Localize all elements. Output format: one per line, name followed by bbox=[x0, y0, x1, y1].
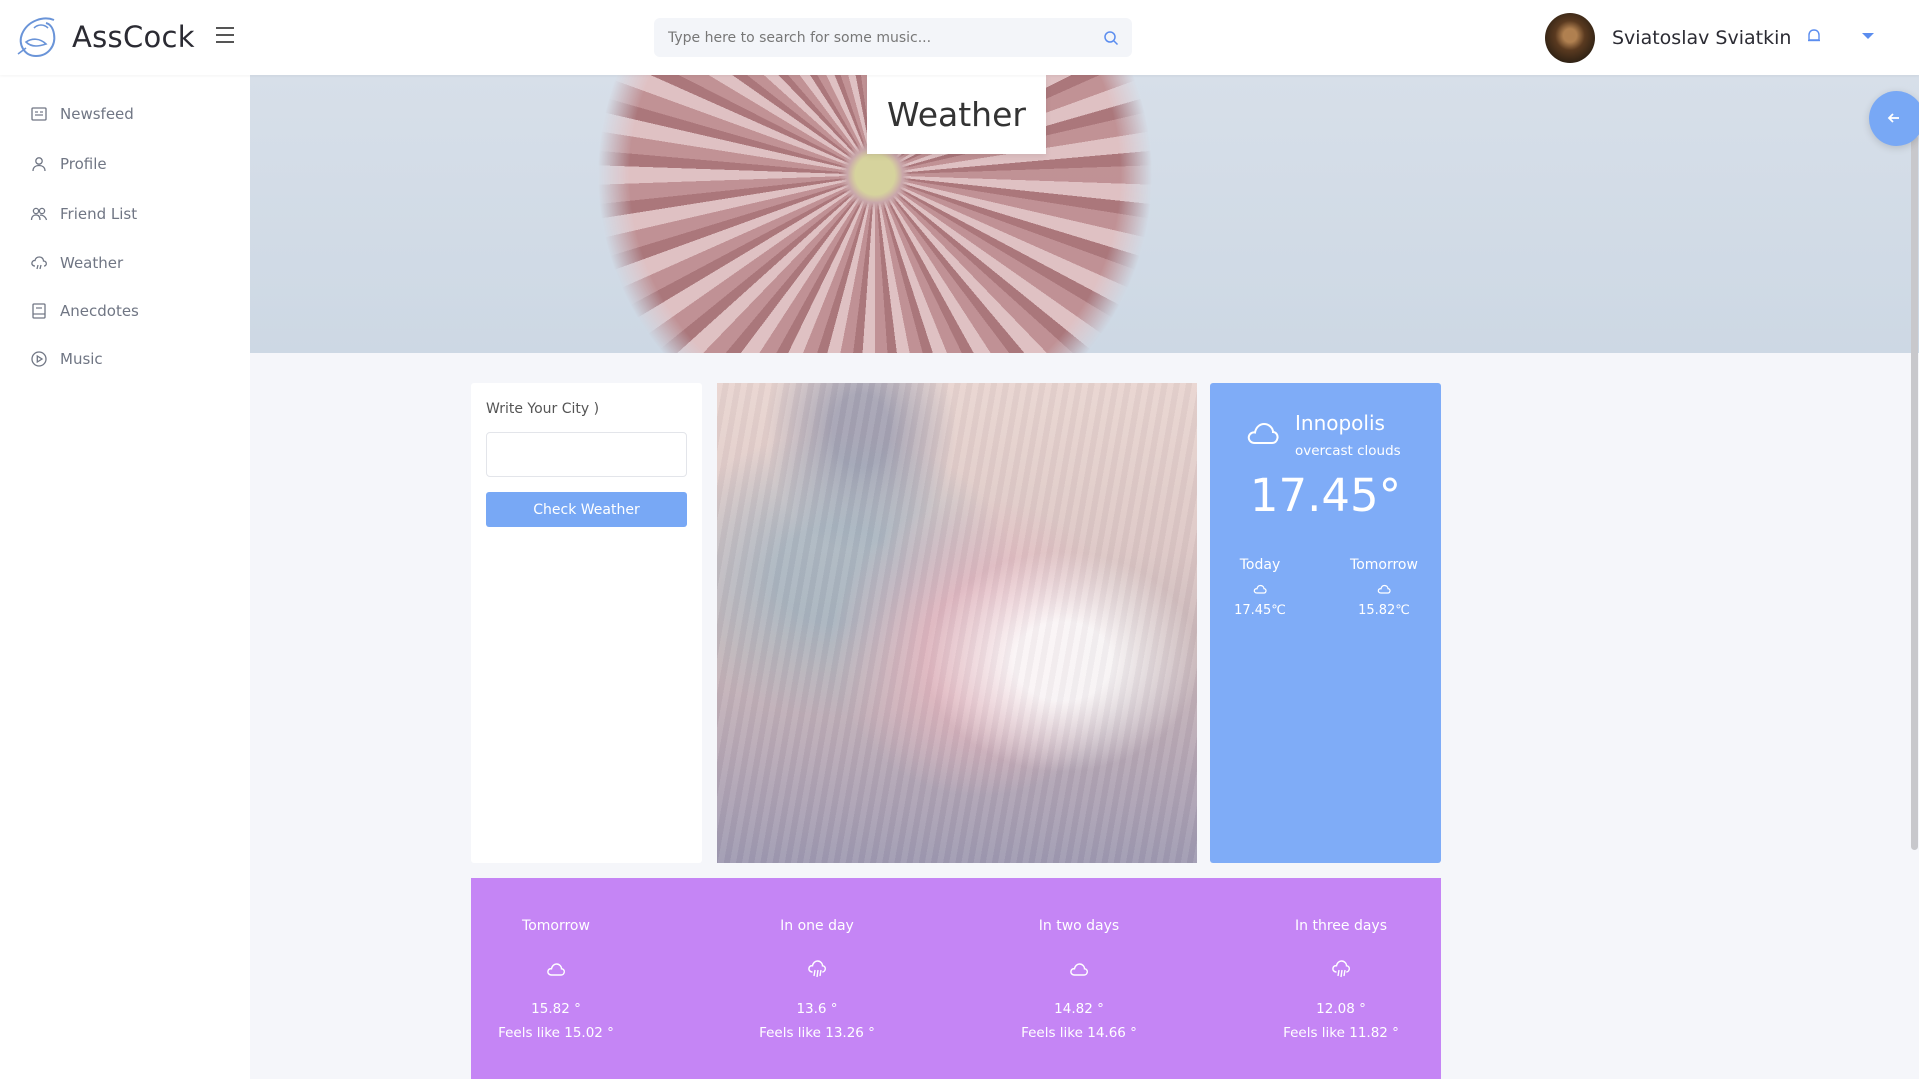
forecast-day: Tomorrow 15.82 ° Feels like 15.02 ° bbox=[466, 918, 646, 1041]
sidebar-item-label: Weather bbox=[60, 254, 124, 272]
scrollbar-thumb[interactable] bbox=[1911, 135, 1918, 850]
user-name[interactable]: Sviatoslav Sviatkin bbox=[1612, 27, 1791, 49]
weather-description: overcast clouds bbox=[1295, 443, 1401, 459]
book-icon bbox=[32, 303, 46, 319]
arrow-left-icon bbox=[1887, 113, 1899, 123]
avatar[interactable] bbox=[1545, 13, 1595, 63]
forecast-label: In one day bbox=[780, 918, 854, 934]
bird-logo-icon bbox=[17, 17, 56, 58]
city-name: Innopolis bbox=[1295, 411, 1385, 435]
play-circle-icon bbox=[31, 351, 47, 367]
forecast-feels-like: Feels like 14.66 ° bbox=[1021, 1025, 1137, 1041]
scrollbar[interactable] bbox=[1909, 75, 1919, 1079]
cloud-icon bbox=[1377, 584, 1391, 594]
page-title-box: Weather bbox=[867, 75, 1046, 154]
sidebar: Newsfeed Profile Friend List Weather Ane… bbox=[0, 75, 250, 1079]
sidebar-item-weather[interactable]: Weather bbox=[30, 254, 123, 272]
sidebar-item-anecdotes[interactable]: Anecdotes bbox=[30, 302, 139, 320]
users-icon bbox=[30, 207, 48, 221]
sidebar-item-profile[interactable]: Profile bbox=[30, 155, 107, 173]
forecast-feels-like: Feels like 13.26 ° bbox=[759, 1025, 875, 1041]
city-form-card: Write Your City ) Check Weather bbox=[471, 383, 702, 863]
forecast-feels-like: Feels like 11.82 ° bbox=[1283, 1025, 1399, 1041]
forecast-day: In two days 14.82 ° Feels like 14.66 ° bbox=[989, 918, 1169, 1041]
sidebar-item-friend-list[interactable]: Friend List bbox=[30, 205, 137, 223]
forecast-temperature: 13.6 ° bbox=[796, 1001, 838, 1017]
search-bar bbox=[654, 18, 1132, 57]
bell-icon[interactable] bbox=[1806, 28, 1822, 44]
sidebar-item-label: Friend List bbox=[60, 205, 138, 223]
day-temperature: 17.45℃ bbox=[1234, 603, 1286, 618]
sidebar-item-newsfeed[interactable]: Newsfeed bbox=[30, 105, 134, 123]
forecast-label: In two days bbox=[1038, 918, 1120, 934]
forecast-temperature: 14.82 ° bbox=[1054, 1001, 1104, 1017]
cloud-icon bbox=[1070, 963, 1089, 976]
sidebar-item-label: Music bbox=[60, 350, 103, 368]
user-profile-menu[interactable]: Sviatoslav Sviatkin bbox=[1545, 13, 1791, 63]
city-input[interactable] bbox=[486, 432, 687, 477]
cloud-icon bbox=[1253, 584, 1267, 594]
search-input[interactable] bbox=[654, 18, 1084, 57]
search-icon[interactable] bbox=[1103, 30, 1119, 46]
page-banner: Weather bbox=[250, 75, 1919, 353]
forecast-label: Tomorrow bbox=[522, 918, 590, 934]
forecast-day: In one day 13.6 ° Feels like 13.26 ° bbox=[727, 918, 907, 1041]
back-button[interactable] bbox=[1869, 91, 1919, 146]
day-label: Today bbox=[1239, 557, 1281, 573]
page-title: Weather bbox=[887, 95, 1026, 134]
cloud-rain-icon bbox=[31, 256, 47, 270]
forecast-feels-like: Feels like 15.02 ° bbox=[498, 1025, 614, 1041]
forecast-temperature: 15.82 ° bbox=[531, 1001, 581, 1017]
forecast-temperature: 12.08 ° bbox=[1316, 1001, 1366, 1017]
forecast-strip: Tomorrow 15.82 ° Feels like 15.02 ° In o… bbox=[471, 878, 1441, 1079]
sidebar-item-label: Newsfeed bbox=[60, 105, 134, 123]
cloud-icon bbox=[547, 963, 566, 976]
today-forecast: Today 17.45℃ bbox=[1210, 557, 1310, 618]
forecast-label: In three days bbox=[1295, 918, 1387, 934]
top-header: AssCock Sviatoslav Sviatkin bbox=[0, 0, 1919, 75]
chevron-down-icon[interactable] bbox=[1862, 33, 1874, 39]
cloud-icon bbox=[1247, 422, 1279, 444]
sidebar-item-music[interactable]: Music bbox=[30, 350, 103, 368]
tomorrow-forecast: Tomorrow 15.82℃ bbox=[1334, 557, 1434, 618]
brand-logo[interactable]: AssCock bbox=[14, 14, 195, 60]
user-icon bbox=[32, 157, 46, 172]
newspaper-icon bbox=[31, 107, 47, 121]
menu-toggle-icon[interactable] bbox=[216, 27, 234, 45]
check-weather-button[interactable]: Check Weather bbox=[486, 492, 687, 527]
day-label: Tomorrow bbox=[1350, 557, 1418, 573]
brand-name: AssCock bbox=[72, 20, 195, 54]
cloud-rain-icon bbox=[808, 960, 827, 978]
current-weather-card: Innopolis overcast clouds 17.45° Today 1… bbox=[1210, 383, 1441, 863]
current-temperature: 17.45° bbox=[1249, 469, 1402, 522]
sidebar-item-label: Anecdotes bbox=[60, 302, 139, 320]
cloud-rain-icon bbox=[1332, 960, 1351, 978]
city-label: Write Your City ) bbox=[486, 401, 600, 417]
sky-painting-image bbox=[717, 383, 1197, 863]
forecast-day: In three days 12.08 ° Feels like 11.82 ° bbox=[1251, 918, 1431, 1041]
day-temperature: 15.82℃ bbox=[1358, 603, 1410, 618]
sidebar-item-label: Profile bbox=[60, 155, 107, 173]
